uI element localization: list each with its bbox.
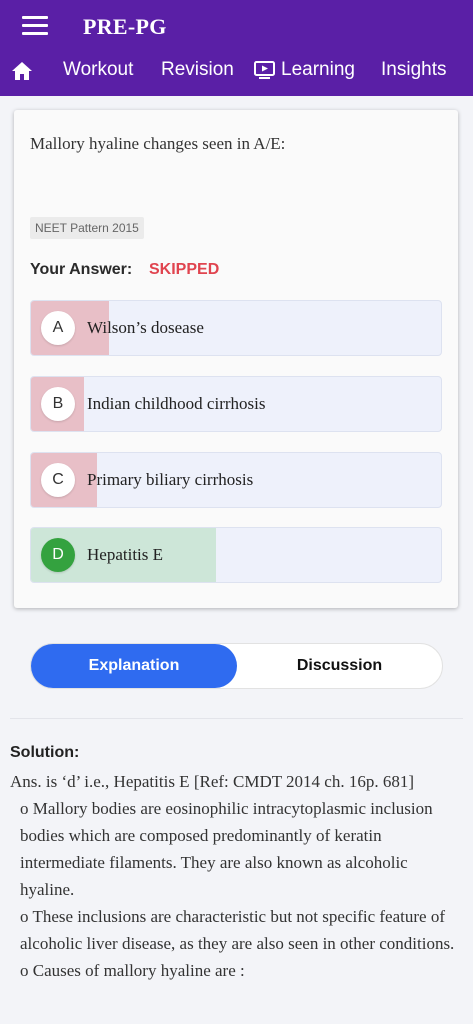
option-d-text: Hepatitis E — [87, 545, 164, 564]
option-c[interactable]: C Primary biliary cirrhosis — [30, 452, 442, 508]
top-nav: Workout Revision Learning Insights — [0, 50, 473, 92]
menu-icon[interactable] — [22, 16, 48, 36]
solution-answer: Ans. is ‘d’ i.e., Hepatitis E [Ref: CMDT… — [10, 772, 415, 791]
solution-label: Solution: — [10, 744, 80, 761]
solution-point: o Causes of mallory hyaline are : — [20, 961, 245, 980]
option-d[interactable]: D Hepatitis E — [30, 527, 442, 583]
option-d-letter: D — [41, 538, 75, 572]
home-icon[interactable] — [10, 59, 34, 83]
explanation-tab[interactable]: Explanation — [31, 644, 237, 688]
play-video-icon — [254, 61, 275, 79]
your-answer-label: Your Answer: — [30, 261, 133, 278]
solution-point: o These inclusions are characteristic bu… — [20, 907, 455, 953]
tab-insights[interactable]: Insights — [381, 59, 446, 81]
solution-point: o Mallory bodies are eosinophilic intrac… — [20, 799, 433, 899]
tab-workout[interactable]: Workout — [63, 59, 133, 81]
option-a-letter: A — [41, 311, 75, 345]
your-answer-status: SKIPPED — [149, 261, 220, 278]
option-b-text: Indian childhood cirrhosis — [87, 394, 266, 413]
option-c-letter: C — [41, 463, 75, 497]
option-a-text: Wilson’s dosease — [87, 318, 204, 337]
option-c-text: Primary biliary cirrhosis — [87, 470, 254, 489]
question-text: Mallory hyaline changes seen in A/E: — [30, 134, 286, 153]
tab-revision[interactable]: Revision — [161, 59, 234, 81]
tab-learning-label: Learning — [281, 59, 355, 80]
question-card: Mallory hyaline changes seen in A/E: NEE… — [14, 110, 458, 608]
discussion-tab[interactable]: Discussion — [237, 644, 442, 688]
explanation-discussion-toggle: Explanation Discussion — [30, 643, 443, 689]
tab-learning[interactable]: Learning — [254, 59, 355, 81]
solution-body: Ans. is ‘d’ i.e., Hepatitis E [Ref: CMDT… — [10, 768, 465, 984]
divider — [10, 718, 463, 719]
app-bar: PRE-PG Workout Revision Learning Insight… — [0, 0, 473, 96]
app-title: PRE-PG — [83, 14, 167, 39]
option-b[interactable]: B Indian childhood cirrhosis — [30, 376, 442, 432]
option-b-letter: B — [41, 387, 75, 421]
option-a[interactable]: A Wilson’s dosease — [30, 300, 442, 356]
exam-tag: NEET Pattern 2015 — [30, 217, 144, 239]
